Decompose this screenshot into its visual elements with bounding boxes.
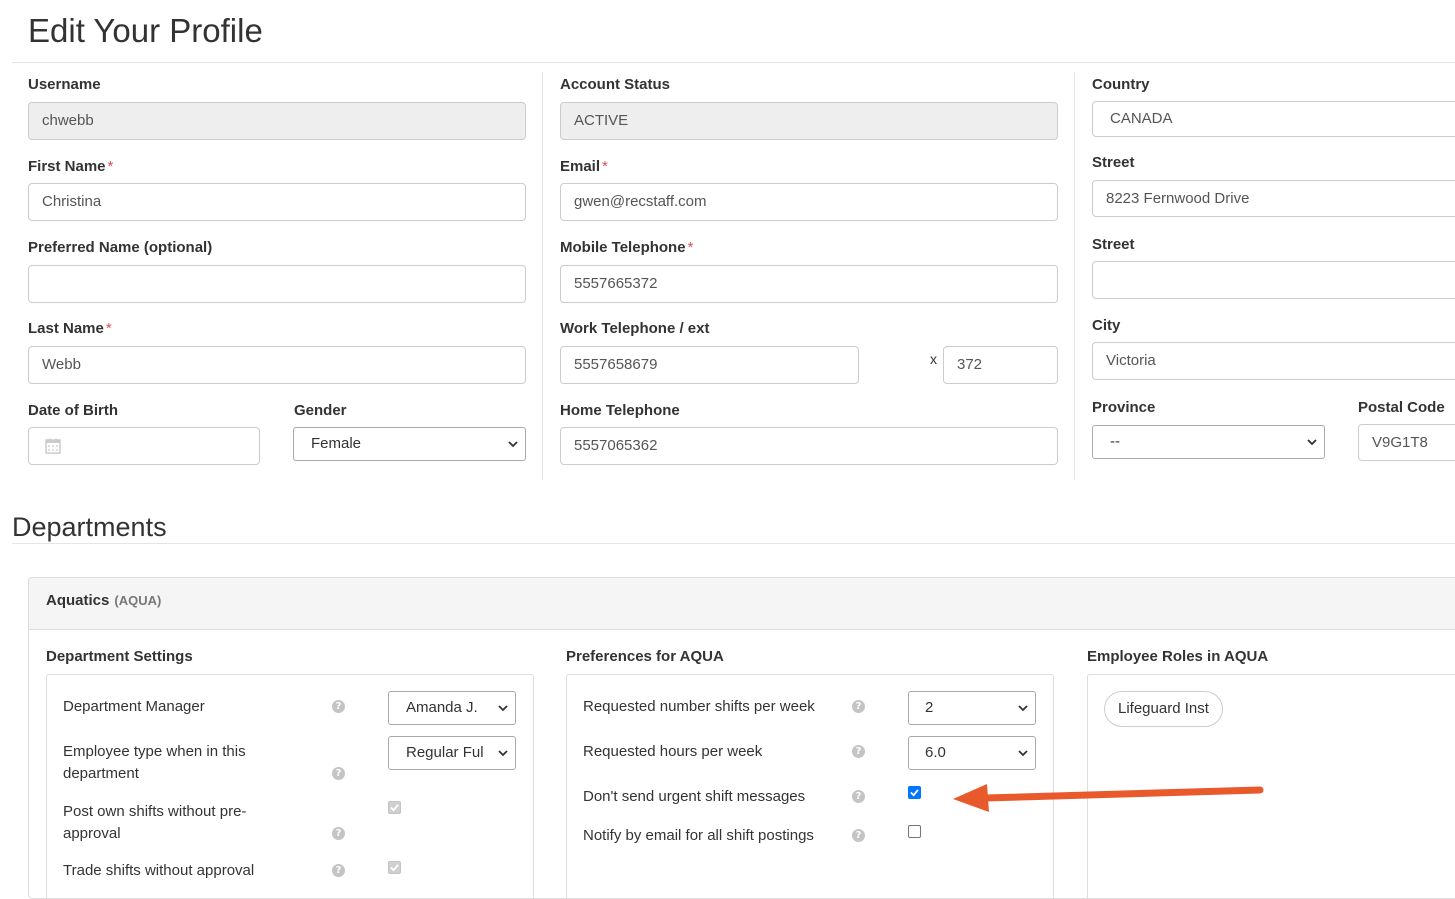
gender-select[interactable]: Female xyxy=(293,427,526,461)
account-status-label: Account Status xyxy=(560,76,671,93)
chevron-down-icon xyxy=(508,441,518,448)
email-label: Email * xyxy=(560,158,608,175)
preferred-name-label: Preferred Name (optional) xyxy=(28,239,213,256)
last-name-field[interactable]: Webb xyxy=(28,346,526,384)
column-divider xyxy=(542,72,543,480)
help-icon[interactable]: ? xyxy=(852,790,865,803)
title-divider xyxy=(12,62,1455,63)
department-settings-heading: Department Settings xyxy=(46,648,193,665)
departments-heading: Departments xyxy=(12,512,167,542)
post-own-shifts-checkbox xyxy=(388,801,401,814)
street2-label: Street xyxy=(1092,236,1135,253)
department-manager-select[interactable]: Amanda J. xyxy=(388,691,516,725)
home-telephone-field[interactable]: 5557065362 xyxy=(560,427,1058,465)
department-code: (AQUA) xyxy=(114,593,162,608)
postal-code-label: Postal Code xyxy=(1358,399,1445,416)
last-name-label: Last Name * xyxy=(28,320,112,337)
username-field: chwebb xyxy=(28,102,526,140)
checkmark-icon xyxy=(390,864,399,872)
chevron-down-icon xyxy=(498,705,508,712)
role-pill[interactable]: Lifeguard Inst xyxy=(1104,691,1223,727)
hours-per-week-label: Requested hours per week xyxy=(583,743,763,760)
trade-shifts-checkbox xyxy=(388,861,401,874)
dob-label: Date of Birth xyxy=(28,402,118,419)
email-field[interactable]: gwen@recstaff.com xyxy=(560,183,1058,221)
shifts-per-week-select[interactable]: 2 xyxy=(908,691,1036,725)
extension-label: x xyxy=(930,351,937,367)
page-title: Edit Your Profile xyxy=(28,12,263,49)
province-select[interactable]: -- xyxy=(1092,425,1325,459)
account-status-field: ACTIVE xyxy=(560,102,1058,140)
checkmark-icon xyxy=(910,789,919,797)
city-field[interactable]: Victoria xyxy=(1092,342,1455,380)
employee-type-select[interactable]: Regular Ful xyxy=(388,736,516,770)
urgent-messages-label: Don't send urgent shift messages xyxy=(583,788,806,805)
trade-shifts-label: Trade shifts without approval xyxy=(63,862,255,879)
help-icon[interactable]: ? xyxy=(852,829,865,842)
departments-divider xyxy=(12,543,1455,544)
help-icon[interactable]: ? xyxy=(852,700,865,713)
gender-label: Gender xyxy=(294,402,347,419)
first-name-field[interactable]: Christina xyxy=(28,183,526,221)
annotation-arrow-icon xyxy=(953,784,1264,812)
chevron-down-icon xyxy=(1018,705,1028,712)
checkmark-icon xyxy=(390,804,399,812)
department-panel-header[interactable]: Aquatics (AQUA) xyxy=(29,578,1455,630)
chevron-down-icon xyxy=(498,750,508,757)
help-icon[interactable]: ? xyxy=(332,864,345,877)
chevron-down-icon xyxy=(1018,750,1028,757)
employee-roles-heading: Employee Roles in AQUA xyxy=(1087,648,1269,665)
street2-field[interactable] xyxy=(1092,261,1455,299)
help-icon[interactable]: ? xyxy=(852,745,865,758)
urgent-messages-checkbox[interactable] xyxy=(908,786,921,799)
department-manager-label: Department Manager xyxy=(63,698,205,715)
post-own-shifts-label: Post own shifts without pre-approval xyxy=(63,803,247,842)
username-label: Username xyxy=(28,76,101,93)
city-label: City xyxy=(1092,317,1121,334)
column-divider xyxy=(1074,72,1075,480)
employee-type-label: Employee type when in this department xyxy=(63,743,246,782)
country-label: Country xyxy=(1092,76,1150,93)
calendar-icon xyxy=(45,438,61,454)
dob-field[interactable] xyxy=(28,427,260,465)
work-extension-field[interactable]: 372 xyxy=(943,346,1058,384)
country-field[interactable]: CANADA xyxy=(1092,101,1455,137)
notify-email-label: Notify by email for all shift postings xyxy=(583,827,814,844)
home-telephone-label: Home Telephone xyxy=(560,402,680,419)
department-panel: Aquatics (AQUA) Department Settings Depar… xyxy=(28,577,1455,899)
chevron-down-icon xyxy=(1307,439,1317,446)
preferred-name-field[interactable] xyxy=(28,265,526,303)
preferences-heading: Preferences for AQUA xyxy=(566,648,724,665)
postal-code-field[interactable]: V9G1T8 xyxy=(1358,424,1455,461)
notify-email-checkbox[interactable] xyxy=(908,825,921,838)
help-icon[interactable]: ? xyxy=(332,827,345,840)
shifts-per-week-label: Requested number shifts per week xyxy=(583,698,815,715)
province-label: Province xyxy=(1092,399,1156,416)
work-telephone-label: Work Telephone / ext xyxy=(560,320,710,337)
hours-per-week-select[interactable]: 6.0 xyxy=(908,736,1036,770)
help-icon[interactable]: ? xyxy=(332,767,345,780)
mobile-telephone-field[interactable]: 5557665372 xyxy=(560,265,1058,303)
mobile-telephone-label: Mobile Telephone * xyxy=(560,239,694,256)
department-name: Aquatics (AQUA) xyxy=(46,592,162,609)
first-name-label: First Name * xyxy=(28,158,114,175)
street-label: Street xyxy=(1092,154,1135,171)
work-telephone-field[interactable]: 5557658679 xyxy=(560,346,859,384)
help-icon[interactable]: ? xyxy=(332,700,345,713)
street-field[interactable]: 8223 Fernwood Drive xyxy=(1092,180,1455,217)
